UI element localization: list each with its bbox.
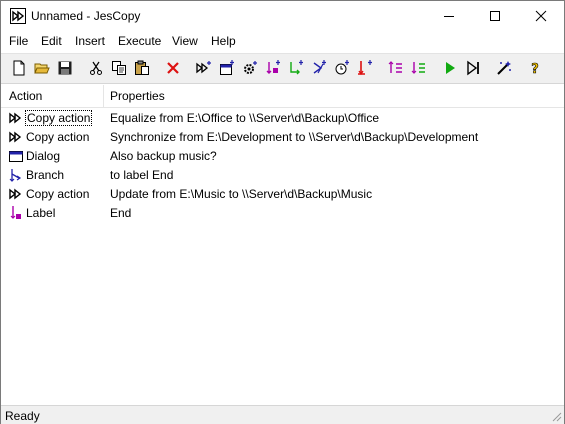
- paste-icon: [135, 60, 149, 75]
- resize-grip-icon[interactable]: [550, 410, 562, 422]
- menu-execute[interactable]: Execute: [118, 34, 161, 48]
- list-header: Action Properties: [1, 85, 564, 108]
- delete-icon: [167, 62, 179, 74]
- row-action-label: Label: [26, 206, 56, 220]
- list-item[interactable]: Branch to label End: [1, 166, 564, 185]
- insert-timer-button[interactable]: [332, 58, 352, 78]
- minimize-button[interactable]: [426, 1, 472, 31]
- row-action-label: Dialog: [26, 149, 61, 163]
- insert-settings-icon: [244, 61, 257, 74]
- new-icon: [13, 60, 25, 76]
- new-button[interactable]: [9, 58, 29, 78]
- save-icon: [58, 61, 72, 75]
- menu-insert[interactable]: Insert: [75, 34, 105, 48]
- move-up-button[interactable]: [386, 58, 406, 78]
- action-list[interactable]: Action Properties Copy action Equalize f…: [1, 85, 564, 405]
- minimize-icon: [444, 16, 454, 17]
- window-title: Unnamed - JesCopy: [31, 9, 141, 23]
- branch-icon: [9, 169, 22, 182]
- menu-edit[interactable]: Edit: [41, 34, 62, 48]
- copy-action-icon: [9, 112, 22, 124]
- row-properties: Equalize from E:\Office to \\Server\d\Ba…: [110, 111, 380, 125]
- wizard-icon: [497, 61, 511, 75]
- open-icon: [34, 63, 50, 74]
- insert-copy-action-button[interactable]: [194, 58, 214, 78]
- svg-text:?: ?: [531, 62, 539, 76]
- menu-bar: File Edit Insert Execute View Help: [1, 32, 564, 51]
- row-action-label: Copy action: [26, 130, 90, 144]
- row-properties: Synchronize from E:\Development to \\Ser…: [110, 130, 479, 144]
- insert-label-icon: [358, 60, 372, 76]
- menu-file[interactable]: File: [9, 34, 28, 48]
- row-action-label: Branch: [26, 168, 65, 182]
- step-icon: [467, 60, 479, 76]
- maximize-button[interactable]: [472, 1, 518, 31]
- list-item[interactable]: Label End: [1, 204, 564, 223]
- app-icon[interactable]: [10, 8, 26, 24]
- list-item[interactable]: Dialog Also backup music?: [1, 147, 564, 166]
- insert-timer-icon: [335, 60, 349, 75]
- insert-settings-button[interactable]: [240, 58, 260, 78]
- title-bar[interactable]: Unnamed - JesCopy: [1, 1, 564, 31]
- list-item[interactable]: Copy action Equalize from E:\Office to \…: [1, 109, 564, 128]
- label-icon: [10, 206, 21, 219]
- insert-branch-alt-icon: [290, 60, 303, 75]
- open-button[interactable]: [32, 58, 52, 78]
- cut-icon: [90, 61, 102, 75]
- column-header-properties[interactable]: Properties: [110, 89, 165, 103]
- help-icon: ?: [531, 62, 539, 76]
- insert-branch-alt-button[interactable]: [286, 58, 306, 78]
- run-button[interactable]: [440, 58, 460, 78]
- delete-button[interactable]: [163, 58, 183, 78]
- status-bar: Ready: [1, 405, 564, 424]
- step-button[interactable]: [463, 58, 483, 78]
- copy-icon: [112, 61, 126, 75]
- insert-condition-icon: [313, 60, 326, 74]
- row-properties: End: [110, 206, 132, 220]
- close-icon: [535, 10, 547, 22]
- move-up-icon: [388, 61, 402, 73]
- menu-help[interactable]: Help: [211, 34, 236, 48]
- help-button[interactable]: ?: [525, 58, 545, 78]
- dialog-icon: [9, 151, 23, 162]
- run-icon: [446, 62, 455, 74]
- menu-view[interactable]: View: [172, 34, 198, 48]
- wizard-button[interactable]: [494, 58, 514, 78]
- row-action-label: Copy action: [24, 110, 93, 126]
- list-item[interactable]: Copy action Synchronize from E:\Developm…: [1, 128, 564, 147]
- insert-condition-button[interactable]: [309, 58, 329, 78]
- row-action-label: Copy action: [26, 187, 90, 201]
- paste-button[interactable]: [132, 58, 152, 78]
- row-properties: Also backup music?: [110, 149, 217, 163]
- insert-dialog-button[interactable]: [217, 58, 237, 78]
- insert-branch-icon: [266, 60, 280, 74]
- column-header-action[interactable]: Action: [9, 89, 42, 103]
- toolbar: ?: [1, 53, 564, 84]
- maximize-icon: [490, 11, 500, 21]
- row-properties: Update from E:\Music to \\Server\d\Backu…: [110, 187, 373, 201]
- insert-branch-button[interactable]: [263, 58, 283, 78]
- app-window: Unnamed - JesCopy File Edit Insert Execu…: [0, 0, 565, 424]
- column-divider[interactable]: [103, 85, 104, 107]
- insert-dialog-icon: [220, 60, 234, 75]
- move-down-button[interactable]: [409, 58, 429, 78]
- copy-action-icon: [9, 188, 22, 200]
- close-button[interactable]: [518, 1, 564, 31]
- copy-button[interactable]: [109, 58, 129, 78]
- insert-copy-action-icon: [196, 61, 211, 74]
- row-properties: to label End: [110, 168, 174, 182]
- move-down-icon: [411, 62, 425, 74]
- insert-label-button[interactable]: [355, 58, 375, 78]
- cut-button[interactable]: [86, 58, 106, 78]
- list-item[interactable]: Copy action Update from E:\Music to \\Se…: [1, 185, 564, 204]
- save-button[interactable]: [55, 58, 75, 78]
- copy-action-icon: [9, 131, 22, 143]
- status-text: Ready: [5, 409, 40, 423]
